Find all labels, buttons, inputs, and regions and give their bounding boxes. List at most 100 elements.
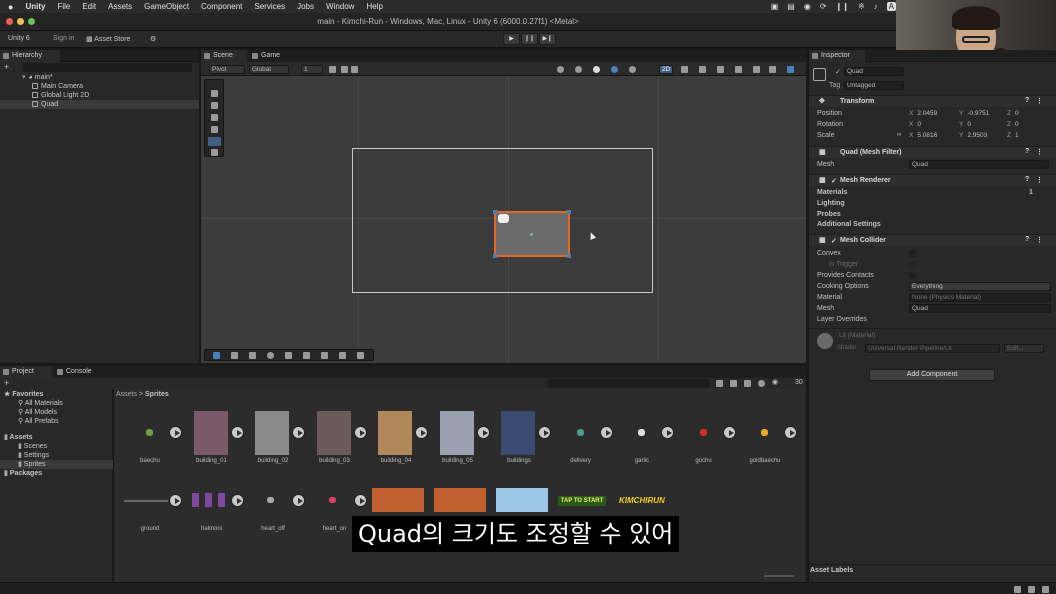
enabled-checkbox[interactable]: ✓ — [831, 177, 837, 185]
gizmos-toggle-icon[interactable] — [787, 66, 794, 73]
link-icon[interactable]: ∞ — [897, 132, 901, 138]
favorite-all-models[interactable]: ⚲ All Models — [18, 408, 57, 417]
bug-icon[interactable] — [1028, 586, 1035, 593]
asset-item[interactable]: goldbaechu — [735, 408, 797, 470]
move-tool-icon[interactable] — [211, 102, 218, 109]
asset-item[interactable]: halmoni — [182, 476, 244, 538]
menu-assets[interactable]: Assets — [108, 2, 132, 11]
account-button[interactable]: Unity 6 — [8, 35, 30, 42]
circle-icon[interactable] — [267, 352, 274, 359]
asset-item[interactable]: building_05 — [428, 408, 490, 470]
expand-sprite-button[interactable] — [538, 426, 551, 439]
asset-item[interactable]: ground — [120, 476, 182, 538]
physics-material-field[interactable]: None (Physics Material) — [909, 293, 1051, 302]
position-z-field[interactable]: Z0 — [1007, 110, 1019, 117]
mesh-collider-header[interactable]: ▦ ✓ Mesh Collider ? ⋮ — [809, 234, 1056, 246]
camera-icon[interactable]: ▣ — [771, 2, 779, 11]
tab-console[interactable]: Console — [54, 366, 104, 378]
screen-icon[interactable]: ▤ — [787, 2, 795, 11]
menu-app[interactable]: Unity — [25, 2, 45, 11]
folder-settings[interactable]: ▮ Settings — [18, 451, 49, 460]
tilemap-icon[interactable] — [249, 352, 256, 359]
help-icon[interactable]: ? — [1025, 148, 1029, 155]
help-icon[interactable]: ? — [1025, 236, 1029, 243]
asset-thumbnail[interactable] — [372, 488, 424, 512]
move-icon[interactable] — [321, 352, 328, 359]
global-dropdown[interactable]: Global — [249, 65, 289, 74]
cooking-options-dropdown[interactable]: Everything — [909, 282, 1051, 291]
collab-icon[interactable] — [1014, 586, 1021, 593]
pivot-dropdown[interactable]: Pivot — [209, 65, 245, 74]
asset-item[interactable]: building_02 — [243, 408, 305, 470]
expand-sprite-button[interactable] — [722, 426, 736, 439]
favorite-all-materials[interactable]: ⚲ All Materials — [18, 399, 63, 408]
scale-x-field[interactable]: X 5.0816 — [909, 132, 937, 139]
project-search-input[interactable] — [548, 379, 710, 388]
shader-edit-button[interactable]: Edit... — [1004, 344, 1044, 353]
grid-snap-icon[interactable] — [329, 66, 336, 73]
tag-dropdown[interactable]: Untagged — [844, 81, 904, 90]
stamp-icon[interactable] — [339, 352, 346, 359]
search-filter-icon[interactable] — [716, 380, 723, 387]
asset-thumbnail[interactable] — [496, 488, 548, 512]
shader-dropdown[interactable]: Universal Render Pipeline/Lit — [865, 344, 1000, 353]
expand-sprite-button[interactable] — [476, 426, 490, 439]
menu-gameobject[interactable]: GameObject — [144, 2, 189, 11]
additional-settings-foldout[interactable]: Additional Settings — [809, 220, 1056, 230]
render-mode-icon[interactable] — [629, 66, 636, 73]
mesh-renderer-header[interactable]: ▦ ✓ Mesh Renderer ? ⋮ — [809, 174, 1056, 186]
rotation-x-field[interactable]: X0 — [909, 121, 921, 128]
vpn-icon[interactable]: ◉ — [804, 2, 811, 11]
lighting-icon[interactable] — [681, 66, 688, 73]
transform-header[interactable]: ✥ Transform ? ⋮ — [809, 95, 1056, 107]
asset-item[interactable]: delivery — [551, 408, 613, 470]
provides-contacts-checkbox[interactable] — [909, 272, 916, 279]
expand-sprite-button[interactable] — [661, 426, 674, 439]
is-trigger-checkbox[interactable] — [909, 261, 916, 268]
paint-icon[interactable] — [285, 352, 292, 359]
expand-icon[interactable] — [357, 352, 364, 359]
favorite-all-prefabs[interactable]: ⚲ All Prefabs — [18, 417, 59, 426]
pause-button[interactable]: ❙❙ — [521, 33, 538, 45]
expand-sprite-button[interactable] — [784, 426, 797, 439]
shaded-wireframe-icon[interactable] — [611, 66, 618, 73]
breadcrumb-sprites[interactable]: Sprites — [145, 391, 169, 398]
scene-root[interactable]: ▾ ◕ main* — [22, 73, 53, 82]
snap-increment-icon[interactable] — [351, 66, 358, 73]
hidden-objects-icon[interactable] — [735, 66, 742, 73]
asset-store-button[interactable]: ▩ Asset Store — [86, 35, 130, 43]
expand-sprite-button[interactable] — [169, 494, 182, 507]
sign-in-link[interactable]: Sign in — [53, 35, 74, 42]
eye-icon[interactable]: ◉ — [772, 378, 778, 386]
asset-thumbnail[interactable] — [434, 488, 486, 512]
help-icon[interactable]: ? — [1025, 97, 1029, 104]
cloud-icon[interactable]: ⚙ — [150, 35, 156, 43]
asset-item[interactable]: heart_off — [243, 476, 305, 538]
folder-sprites[interactable]: ▮ Sprites — [0, 460, 113, 469]
menu-edit[interactable]: Edit — [82, 2, 96, 11]
type-filter-icon[interactable] — [730, 380, 737, 387]
rotation-z-field[interactable]: Z0 — [1007, 121, 1019, 128]
scale-z-field[interactable]: Z1 — [1007, 132, 1019, 139]
menu-component[interactable]: Component — [201, 2, 242, 11]
snap-value-field[interactable]: 1 — [301, 65, 323, 74]
rect-select-icon[interactable] — [213, 352, 220, 359]
camera-settings-icon[interactable] — [753, 66, 760, 73]
breadcrumb-assets[interactable]: Assets — [116, 391, 137, 398]
transform-tool-icon[interactable] — [211, 149, 218, 156]
favorite-icon[interactable] — [758, 380, 765, 387]
asset-item[interactable]: building_01 — [182, 408, 244, 470]
scene-viewport[interactable] — [201, 76, 806, 363]
step-button[interactable]: ▶❙ — [539, 33, 556, 45]
menu-help[interactable]: Help — [366, 2, 382, 11]
menu-services[interactable]: Services — [254, 2, 285, 11]
asset-item[interactable]: gochu — [674, 408, 736, 470]
asset-item[interactable]: garlic — [612, 408, 674, 470]
audio-icon[interactable] — [699, 66, 706, 73]
settings-icon[interactable]: ⋮ — [1036, 236, 1043, 244]
position-y-field[interactable]: Y -0.9751 — [959, 110, 989, 117]
scale-tool-icon[interactable] — [211, 126, 218, 133]
tab-project[interactable]: Project — [0, 366, 52, 378]
tab-scene[interactable]: Scene — [201, 50, 247, 62]
materials-foldout[interactable]: Materials 1 — [809, 188, 1056, 198]
